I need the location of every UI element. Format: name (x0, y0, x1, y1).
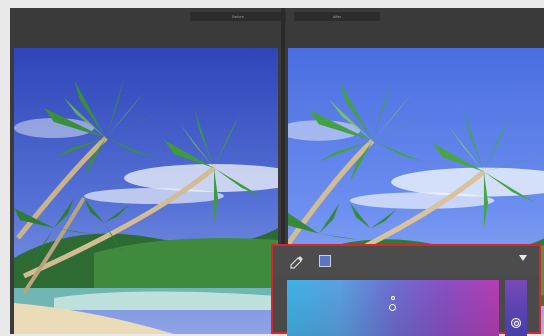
top-toolbar: Before After (10, 8, 544, 48)
color-picker-popup (271, 244, 541, 336)
before-image-panel (14, 48, 278, 334)
eyedropper-icon[interactable] (289, 254, 305, 270)
hue-slider-knob[interactable] (511, 318, 521, 328)
color-field-reference-marker (391, 296, 395, 300)
current-color-swatch[interactable] (319, 255, 331, 267)
dropdown-arrow-icon[interactable] (519, 255, 527, 261)
before-photo (14, 48, 278, 334)
picker-toolbar (273, 246, 539, 276)
color-field-handle[interactable] (389, 304, 396, 311)
tab-before[interactable]: Before (190, 12, 286, 21)
tab-after[interactable]: After (294, 12, 380, 21)
